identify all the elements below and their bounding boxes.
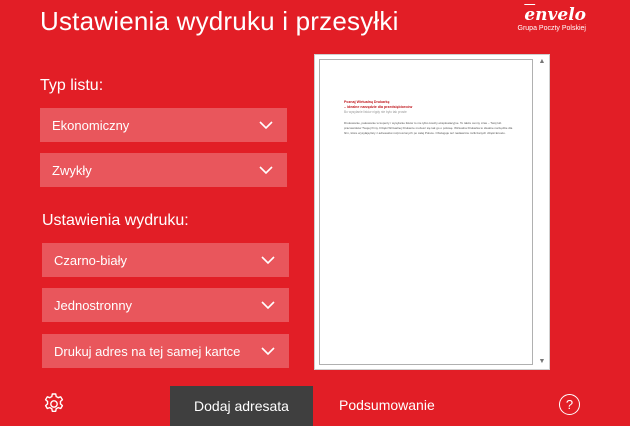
letter-class-select[interactable]: Zwykły	[40, 153, 287, 187]
letter-class-value: Zwykły	[52, 162, 92, 178]
page-title: Ustawienia wydruku i przesyłki	[40, 6, 399, 36]
envelo-logo: envelo Grupa Poczty Polskiej	[518, 6, 586, 32]
print-settings-label: Ustawienia wydruku:	[42, 212, 189, 229]
address-print-value: Drukuj adres na tej samej kartce	[54, 343, 241, 359]
preview-body: Drukowanie, pakowanie w koperty i wysyła…	[344, 121, 513, 136]
letter-type-value: Ekonomiczny	[52, 117, 130, 133]
letter-type-label: Typ listu:	[40, 77, 104, 94]
chevron-down-icon	[259, 166, 273, 174]
letter-type-select[interactable]: Ekonomiczny	[40, 108, 287, 142]
chevron-down-icon	[261, 347, 275, 355]
print-sides-value: Jednostronny	[54, 297, 133, 313]
preview-scrollbar[interactable]: ▲ ▼	[536, 56, 548, 368]
chevron-down-icon	[261, 256, 275, 264]
chevron-down-icon	[261, 301, 275, 309]
print-sides-select[interactable]: Jednostronny	[42, 288, 289, 322]
scroll-up-icon[interactable]: ▲	[536, 56, 548, 68]
chevron-down-icon	[259, 121, 273, 129]
scroll-down-icon[interactable]: ▼	[536, 356, 548, 368]
preview-page: Poznaj Wirtualną Drukarkę – idealne narz…	[319, 59, 533, 365]
gear-icon[interactable]	[42, 392, 66, 416]
color-mode-select[interactable]: Czarno-biały	[42, 243, 289, 277]
preview-subheading: Bo wysyłanie listów nigdy nie było tak p…	[344, 110, 407, 114]
logo-subtitle: Grupa Poczty Polskiej	[517, 25, 586, 32]
color-mode-value: Czarno-biały	[54, 252, 127, 268]
document-preview[interactable]: Poznaj Wirtualną Drukarkę – idealne narz…	[314, 54, 550, 370]
logo-wordmark: envelo	[524, 5, 586, 25]
address-print-select[interactable]: Drukuj adres na tej samej kartce	[42, 334, 289, 368]
summary-link[interactable]: Podsumowanie	[339, 397, 435, 413]
help-icon[interactable]: ?	[559, 394, 580, 415]
add-recipient-button[interactable]: Dodaj adresata	[170, 386, 313, 426]
